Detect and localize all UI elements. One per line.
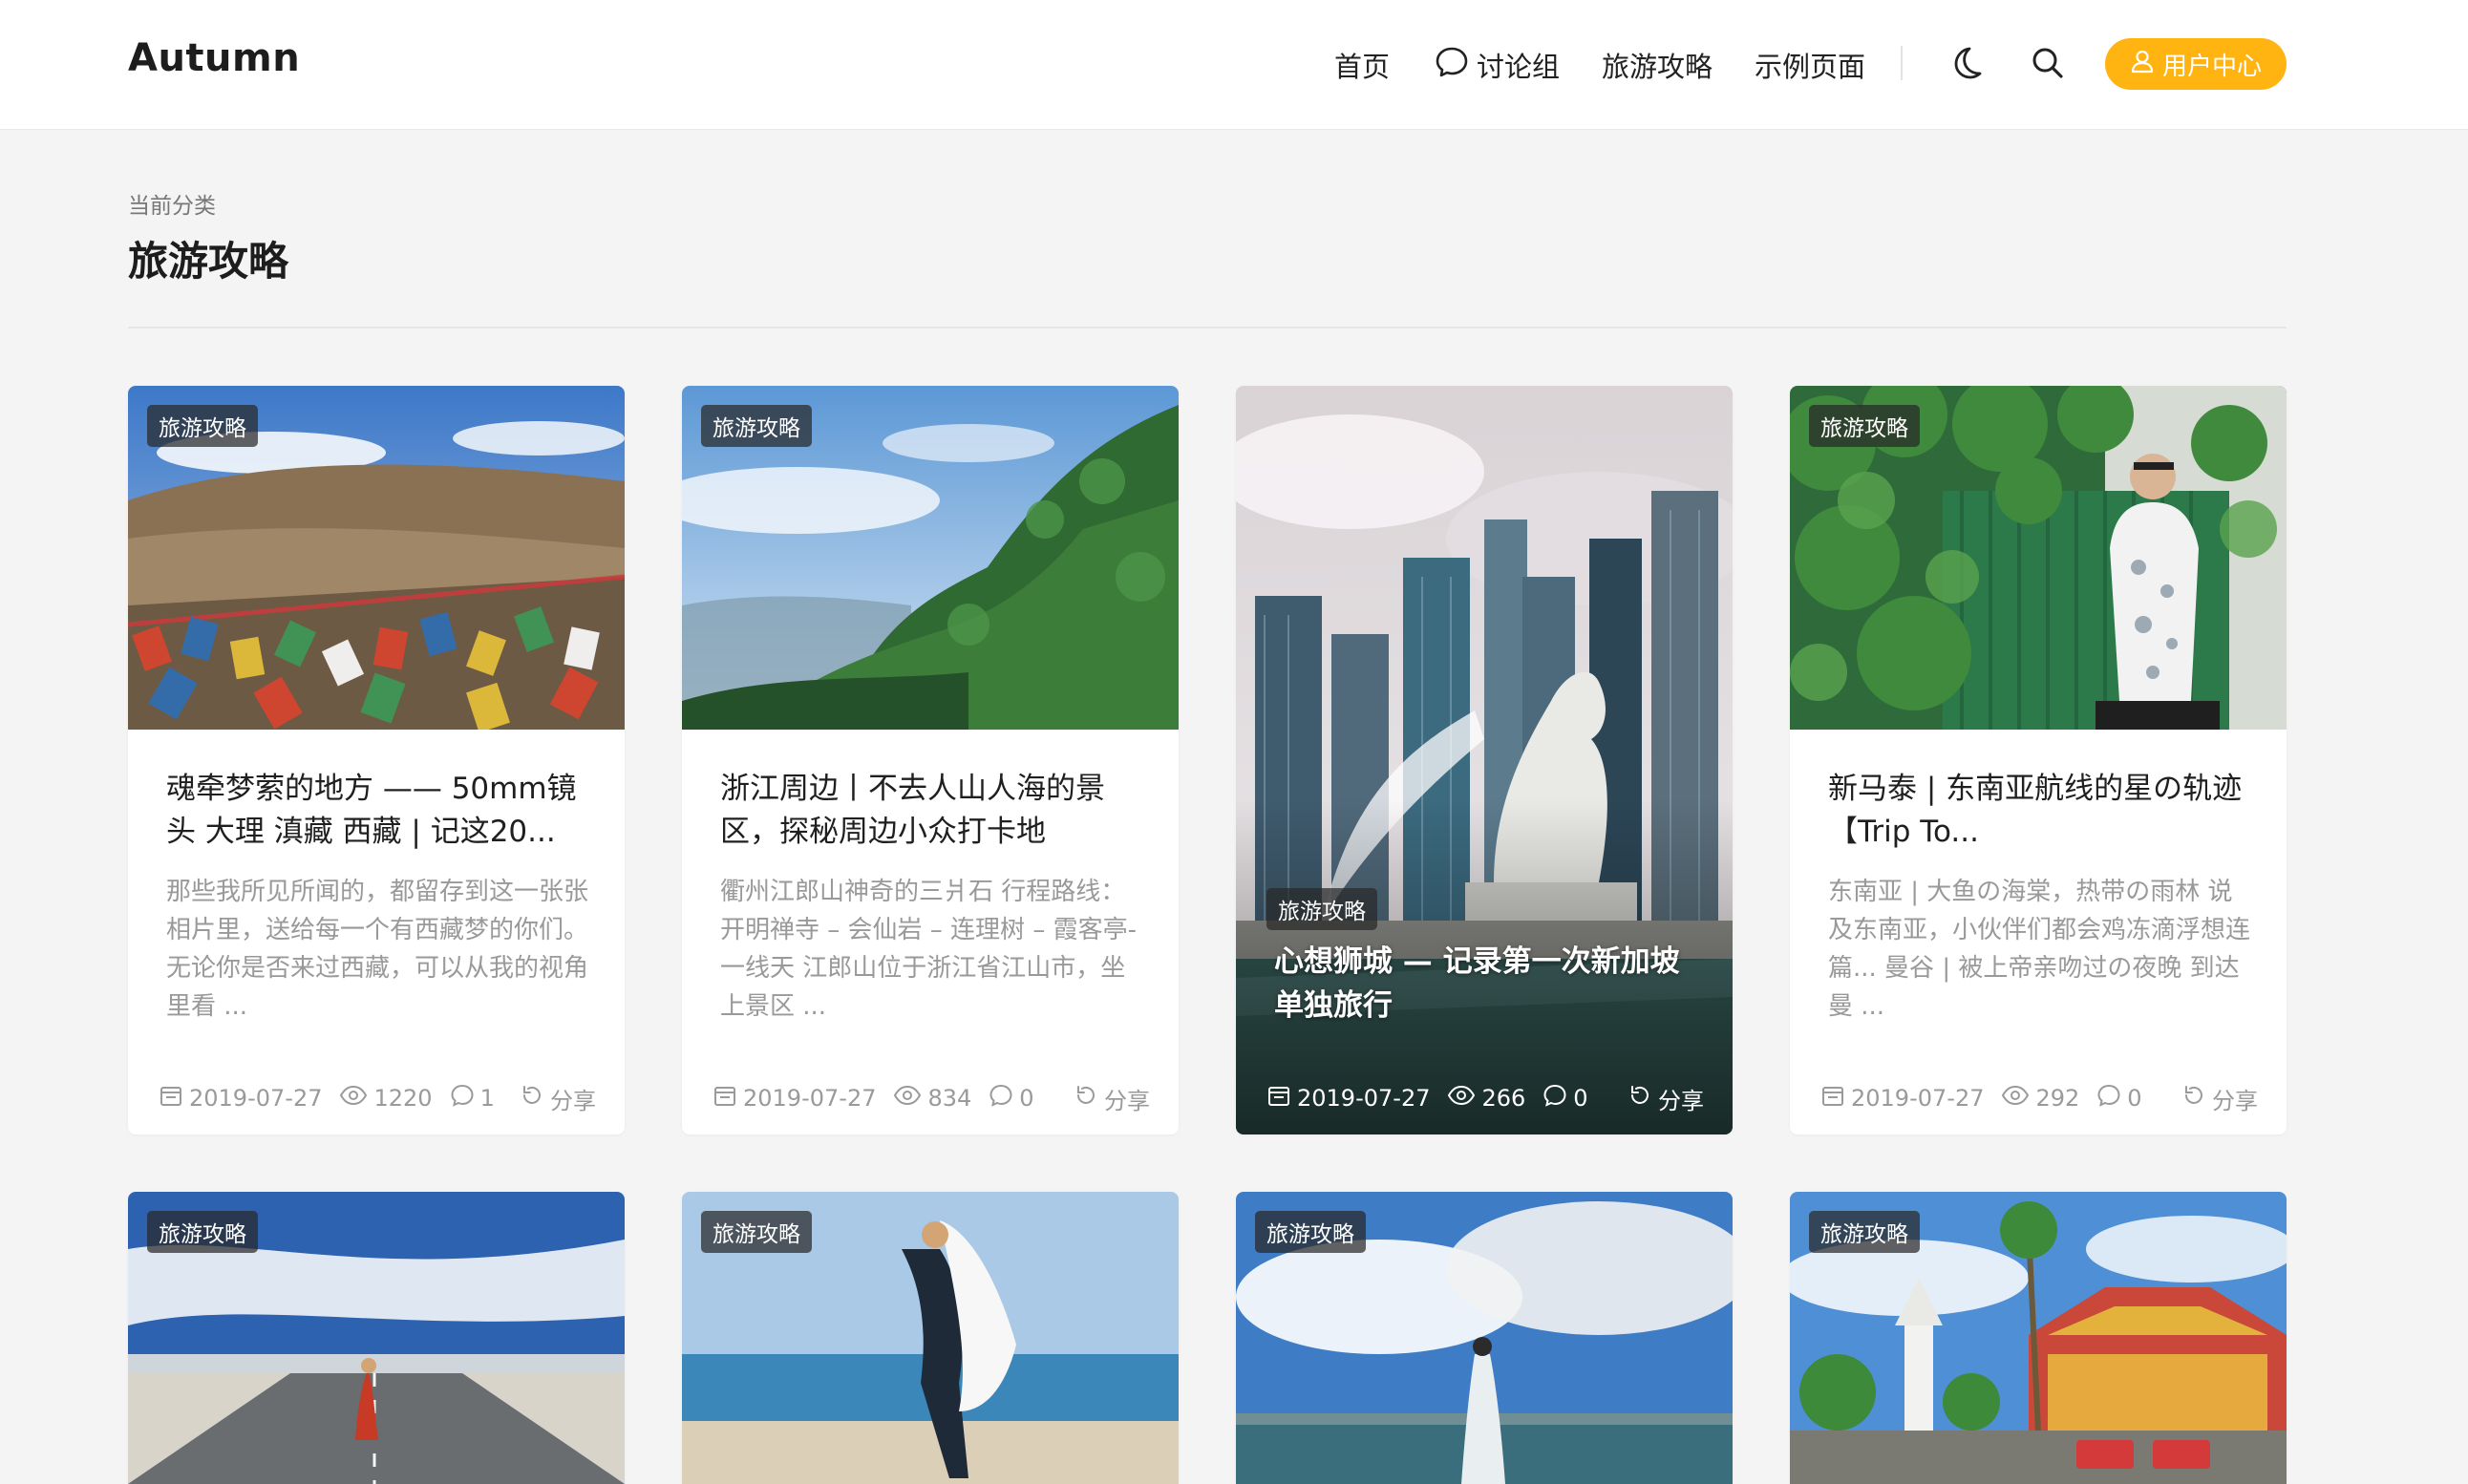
post-date: 2019-07-27 [1266,1083,1430,1113]
chat-bubble-icon [1435,45,1469,86]
post-views: 266 [1447,1083,1525,1113]
calendar-icon [713,1083,737,1113]
post-card[interactable]: 旅游攻略 [682,1192,1179,1484]
search-icon [2029,44,2067,86]
post-meta: 2019-07-27 1220 1 分享 [159,1079,596,1117]
site-logo[interactable]: Autumn [128,36,300,80]
post-views: 292 [2001,1083,2079,1113]
post-card[interactable]: 旅游攻略 [1236,1192,1733,1484]
calendar-icon [1266,1083,1291,1113]
post-title[interactable]: 心想狮城 — 记录第一次新加坡单独旅行 [1274,940,1704,1028]
post-comments: 0 [2096,1083,2142,1113]
share-button[interactable]: 分享 [520,1082,596,1115]
comment-icon [989,1083,1013,1113]
share-button[interactable]: 分享 [1628,1082,1704,1115]
category-tag[interactable]: 旅游攻略 [1255,1211,1366,1253]
post-thumbnail[interactable]: 旅游攻略 [1236,1192,1733,1484]
post-meta: 2019-07-27 292 0 分享 [1820,1079,2258,1117]
category-tag[interactable]: 旅游攻略 [147,405,258,447]
post-thumbnail[interactable]: 旅游攻略 [682,1192,1179,1484]
post-card[interactable]: 旅游攻略 浙江周边丨不去人山人海的景区，探秘周边小众打卡地 衢州江郎山神奇的三爿… [682,386,1179,1134]
category-tag[interactable]: 旅游攻略 [147,1211,258,1253]
comment-icon [2096,1083,2121,1113]
eye-icon [1447,1083,1476,1113]
top-navigation-bar: Autumn 首页 讨论组 旅游攻略 示例页面 用户中心 [0,0,2468,130]
post-meta: 2019-07-27 834 0 分享 [713,1079,1150,1117]
post-views: 1220 [339,1083,433,1113]
share-icon [1628,1083,1652,1113]
category-label: 当前分类 [128,194,216,219]
eye-icon [339,1083,368,1113]
nav-discussion[interactable]: 讨论组 [1435,42,1560,88]
post-title[interactable]: 魂牵梦萦的地方 —— 50mm镜头 大理 滇藏 西藏 | 记这20... [166,768,591,854]
nav-discussion-label: 讨论组 [1477,51,1561,83]
post-card[interactable]: 旅游攻略 [1790,1192,2287,1484]
nav-divider [1901,46,1903,80]
post-thumbnail[interactable]: 旅游攻略 [128,386,625,730]
post-comments: 0 [1542,1083,1588,1113]
nav-sample-page-label: 示例页面 [1755,51,1866,83]
user-icon [2130,49,2155,80]
post-title[interactable]: 浙江周边丨不去人山人海的景区，探秘周边小众打卡地 [720,768,1145,854]
category-tag[interactable]: 旅游攻略 [1809,1211,1920,1253]
post-comments: 0 [989,1083,1034,1113]
nav-home[interactable]: 首页 [1334,42,1390,88]
post-title[interactable]: 新马泰 | 东南亚航线的星の轨迹 【Trip To... [1828,768,2253,854]
share-button[interactable]: 分享 [1074,1082,1150,1115]
post-thumbnail[interactable]: 旅游攻略 [1790,1192,2287,1484]
post-excerpt: 衢州江郎山神奇的三爿石 行程路线：开明禅寺 – 会仙岩 – 连理树 – 霞客亭-… [720,878,1137,1021]
nav-sample-page[interactable]: 示例页面 [1755,42,1865,88]
post-views: 834 [893,1083,971,1113]
nav-travel-guide-label: 旅游攻略 [1602,51,1713,83]
post-date: 2019-07-27 [713,1083,876,1113]
post-thumbnail[interactable]: 旅游攻略 [682,386,1179,730]
category-tag[interactable]: 旅游攻略 [1266,888,1377,930]
nav-travel-guide[interactable]: 旅游攻略 [1602,42,1713,88]
featured-post-card[interactable]: 旅游攻略 心想狮城 — 记录第一次新加坡单独旅行 2019-07-27 266 … [1236,386,1733,1134]
post-thumbnail[interactable]: 旅游攻略 [1790,386,2287,730]
category-tag[interactable]: 旅游攻略 [701,405,812,447]
category-divider [128,327,2287,329]
post-card[interactable]: 旅游攻略 新马泰 | 东南亚航线的星の轨迹 【Trip To... 东南亚 | … [1790,386,2287,1134]
post-excerpt: 那些我所见所闻的，都留存到这一张张相片里，送给每一个有西藏梦的你们。无论你是否来… [166,878,589,1021]
eye-icon [2001,1083,2030,1113]
share-button[interactable]: 分享 [2181,1082,2258,1115]
post-comments: 1 [450,1083,495,1113]
post-date: 2019-07-27 [1820,1083,1984,1113]
category-tag[interactable]: 旅游攻略 [701,1211,812,1253]
post-excerpt: 东南亚 | 大鱼の海棠，热带の雨林 说及东南亚，小伙伴们都会鸡冻滴浮想连篇...… [1828,878,2251,1021]
dark-mode-toggle[interactable] [1947,42,1992,88]
post-card[interactable]: 旅游攻略 魂牵梦萦的地方 —— 50mm镜头 大理 滇藏 西藏 | 记这20..… [128,386,625,1134]
post-card[interactable]: 旅游攻略 [128,1192,625,1484]
user-center-button[interactable]: 用户中心 [2105,38,2287,90]
post-meta: 2019-07-27 266 0 分享 [1266,1079,1704,1117]
comment-icon [1542,1083,1567,1113]
category-title: 旅游攻略 [128,238,289,285]
user-center-label: 用户中心 [2161,52,2262,81]
comment-icon [450,1083,475,1113]
share-icon [520,1083,544,1113]
moon-icon [1950,44,1989,86]
nav-home-label: 首页 [1334,51,1391,83]
share-icon [1074,1083,1098,1113]
post-thumbnail[interactable]: 旅游攻略 [128,1192,625,1484]
category-tag[interactable]: 旅游攻略 [1809,405,1920,447]
post-date: 2019-07-27 [159,1083,322,1113]
share-icon [2181,1083,2206,1113]
calendar-icon [1820,1083,1845,1113]
search-button[interactable] [2025,42,2071,88]
eye-icon [893,1083,922,1113]
calendar-icon [159,1083,183,1113]
